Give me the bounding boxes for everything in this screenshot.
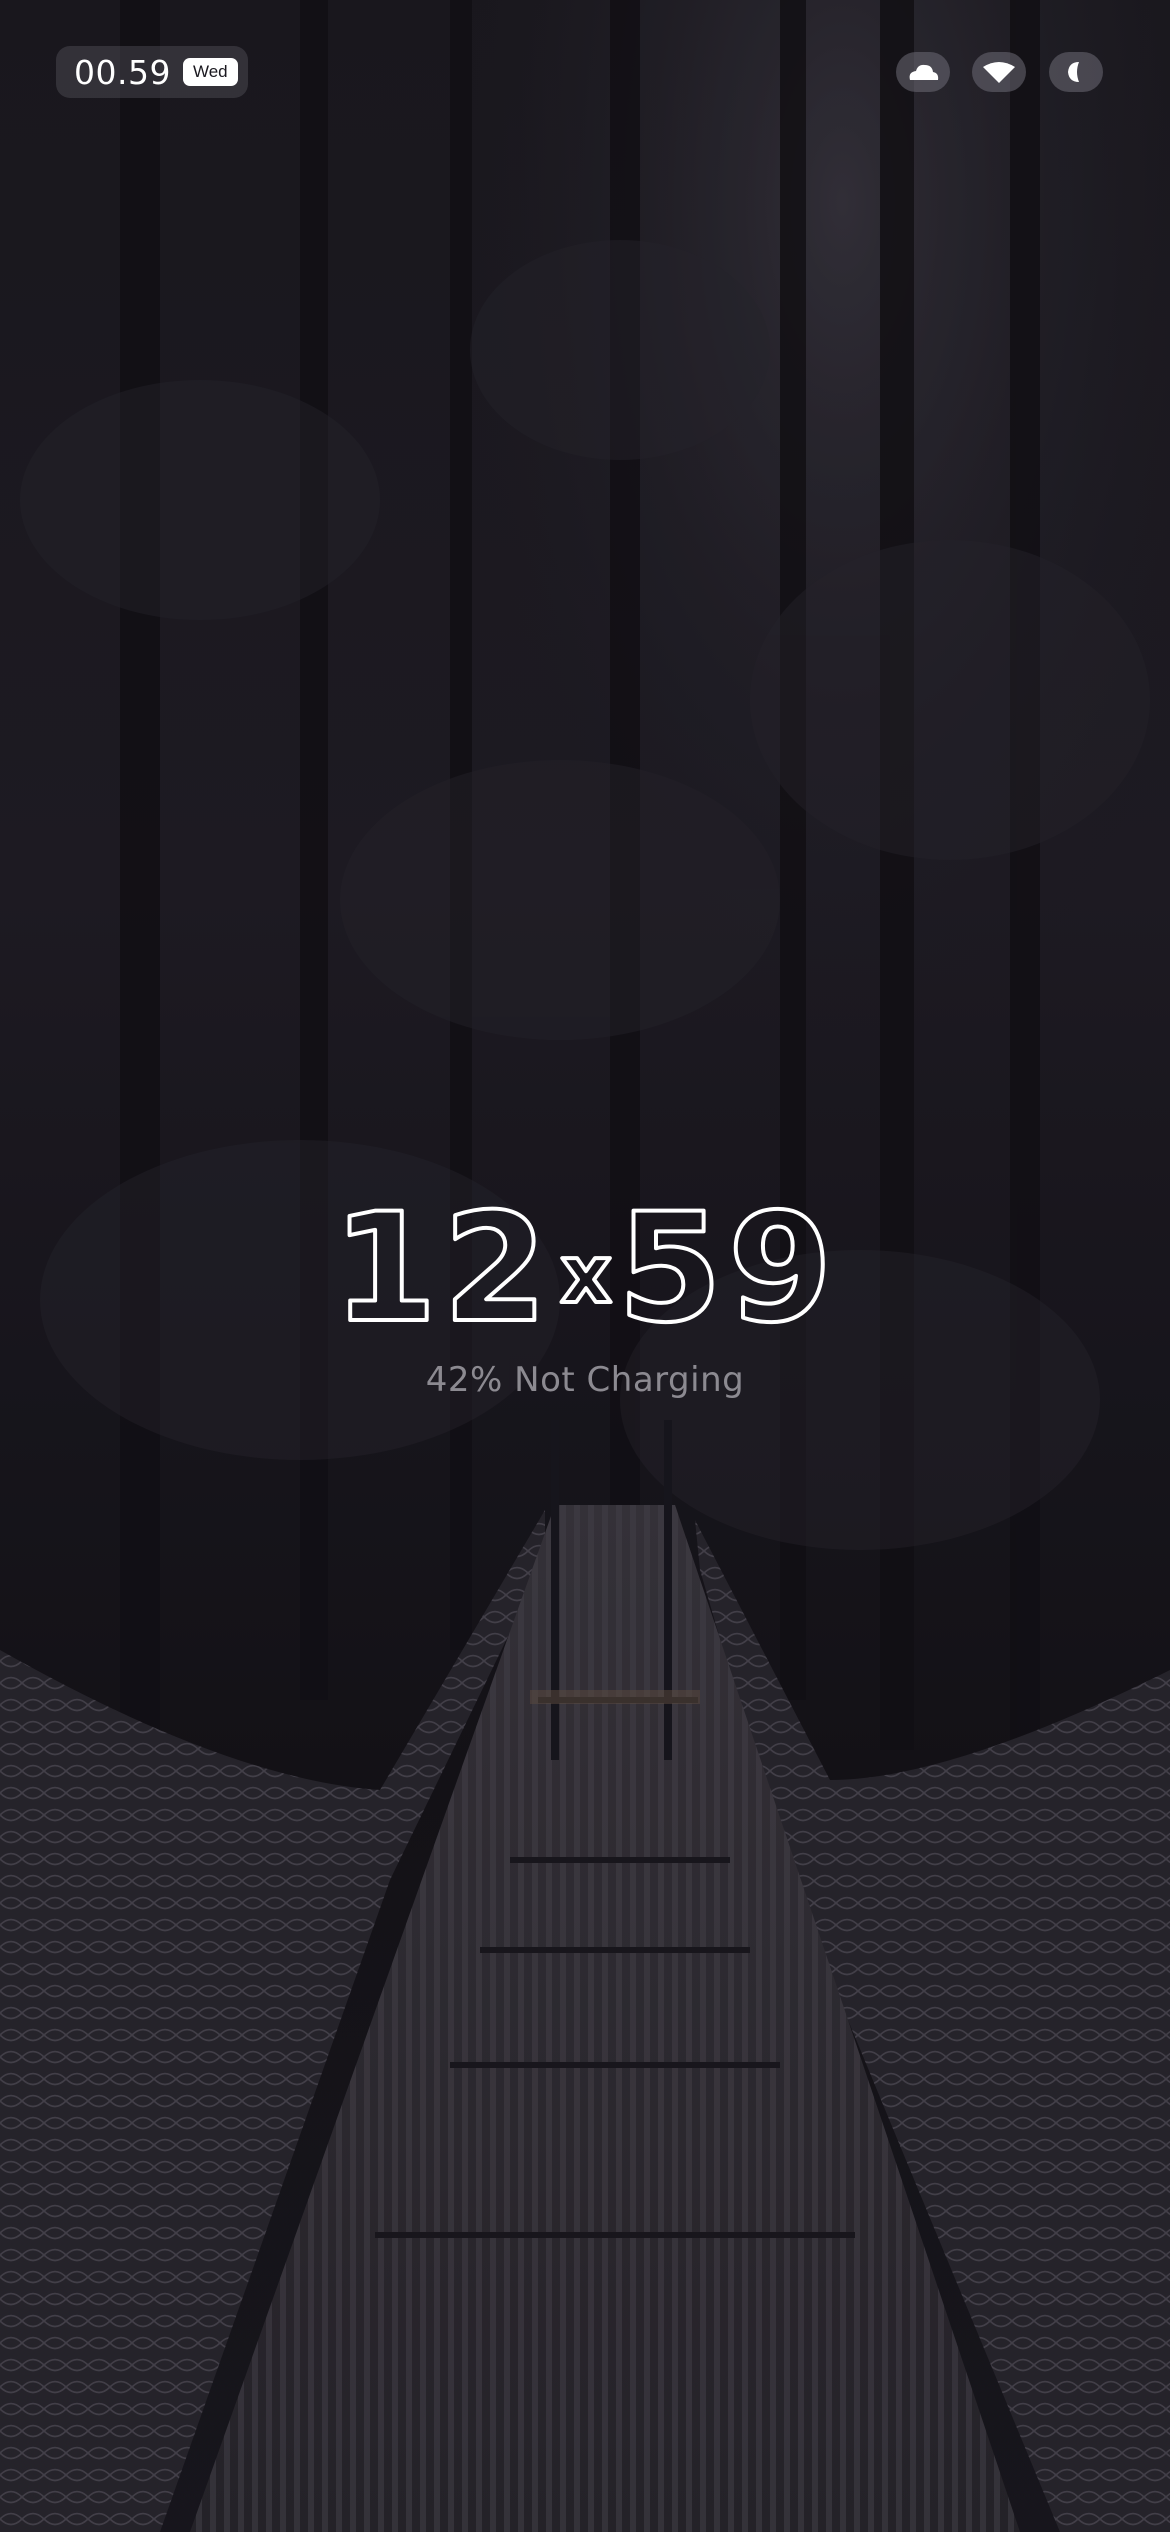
battery-icon [1049, 52, 1103, 92]
lockscreen-clock: 12 x 59 [331, 1180, 839, 1350]
cloud-icon [896, 52, 950, 92]
clock-hours: 12 [333, 1182, 554, 1350]
status-time: 00.59 [74, 52, 171, 92]
wifi-icon [972, 52, 1026, 92]
battery-status-text: 42% Not Charging [425, 1360, 745, 1400]
clock-minutes: 59 [618, 1182, 839, 1350]
status-day-badge: Wed [182, 58, 238, 86]
lock-screen: 00.59 Wed 12 x 59 42% Not Charging [0, 0, 1170, 2532]
clock-separator: x [560, 1228, 612, 1321]
status-time-pill: 00.59 Wed [56, 46, 248, 98]
